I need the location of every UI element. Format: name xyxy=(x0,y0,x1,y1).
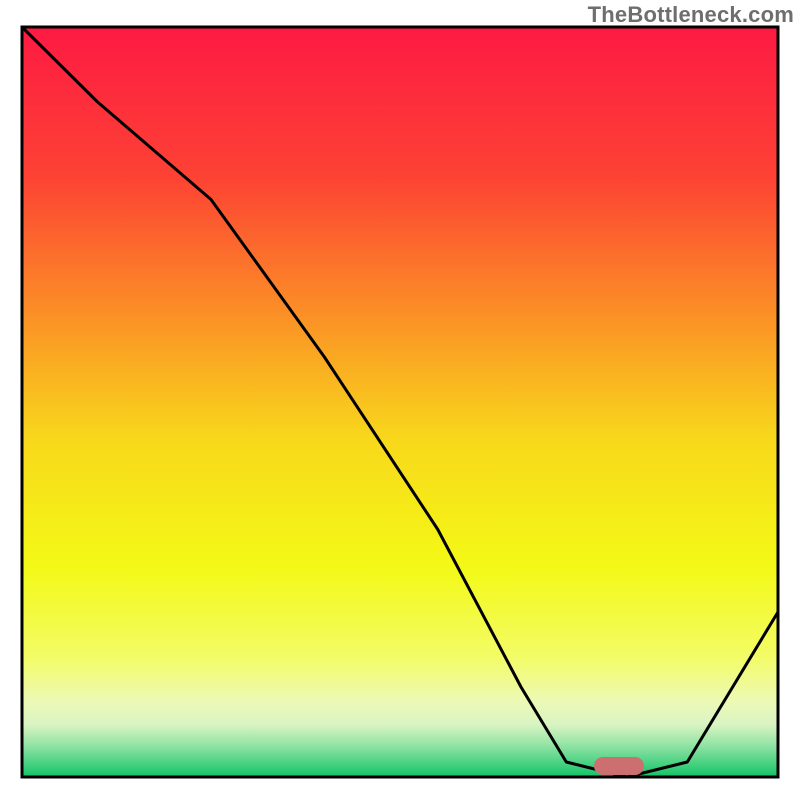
bottleneck-chart xyxy=(0,0,800,800)
optimal-marker xyxy=(594,757,644,775)
gradient-fill xyxy=(22,27,778,777)
